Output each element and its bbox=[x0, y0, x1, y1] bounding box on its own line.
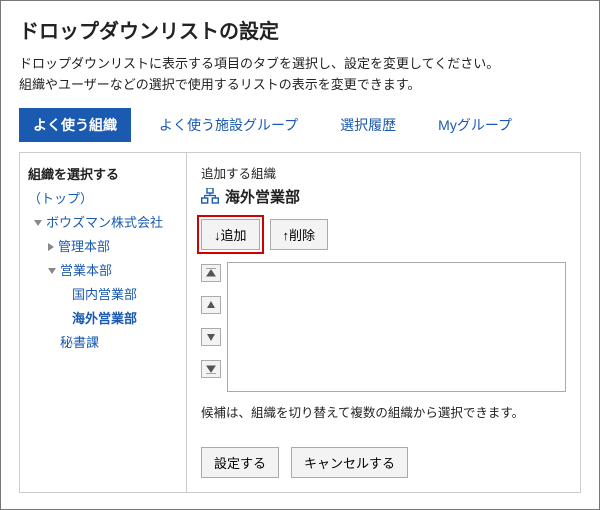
cancel-button[interactable]: キャンセルする bbox=[291, 447, 408, 478]
remove-button[interactable]: ↑削除 bbox=[270, 219, 329, 250]
tab-history[interactable]: 選択履歴 bbox=[326, 108, 410, 142]
tab-frequent-org[interactable]: よく使う組織 bbox=[19, 108, 131, 142]
tab-bar: よく使う組織 よく使う施設グループ 選択履歴 Myグループ bbox=[19, 108, 581, 142]
selected-org-list[interactable] bbox=[227, 262, 566, 392]
tab-my-group[interactable]: Myグループ bbox=[424, 108, 526, 142]
chevron-down-icon bbox=[48, 268, 56, 274]
page-description: ドロップダウンリストに表示する項目のタブを選択し、設定を変更してください。 組織… bbox=[19, 54, 581, 96]
submit-button[interactable]: 設定する bbox=[201, 447, 279, 478]
move-top-button[interactable] bbox=[201, 264, 221, 282]
tree-node-domestic[interactable]: 国内営業部 bbox=[28, 283, 178, 307]
page-title: ドロップダウンリストの設定 bbox=[19, 15, 581, 44]
tree-top-link[interactable]: （トップ） bbox=[28, 187, 178, 211]
org-tree-sidebar: 組織を選択する （トップ） ボウズマン株式会社 管理本部 営業本部 国内営業部 … bbox=[19, 152, 187, 493]
hint-text: 候補は、組織を切り替えて複数の組織から選択できます。 bbox=[201, 402, 566, 421]
tree-node-secretary[interactable]: 秘書課 bbox=[28, 331, 178, 355]
sidebar-title: 組織を選択する bbox=[28, 163, 178, 187]
tab-frequent-facility[interactable]: よく使う施設グループ bbox=[145, 108, 312, 142]
chevron-right-icon bbox=[48, 243, 54, 251]
organization-icon bbox=[201, 188, 219, 204]
add-button[interactable]: ↓追加 bbox=[201, 219, 260, 250]
selected-org-name: 海外営業部 bbox=[225, 186, 300, 207]
tree-node-overseas[interactable]: 海外営業部 bbox=[28, 307, 178, 331]
move-bottom-button[interactable] bbox=[201, 360, 221, 378]
tree-node-sales[interactable]: 営業本部 bbox=[28, 259, 178, 283]
chevron-down-icon bbox=[34, 220, 42, 226]
move-down-button[interactable] bbox=[201, 328, 221, 346]
add-org-label: 追加する組織 bbox=[201, 163, 566, 182]
move-up-button[interactable] bbox=[201, 296, 221, 314]
tree-node-company[interactable]: ボウズマン株式会社 bbox=[28, 211, 178, 235]
tree-node-admin[interactable]: 管理本部 bbox=[28, 235, 178, 259]
